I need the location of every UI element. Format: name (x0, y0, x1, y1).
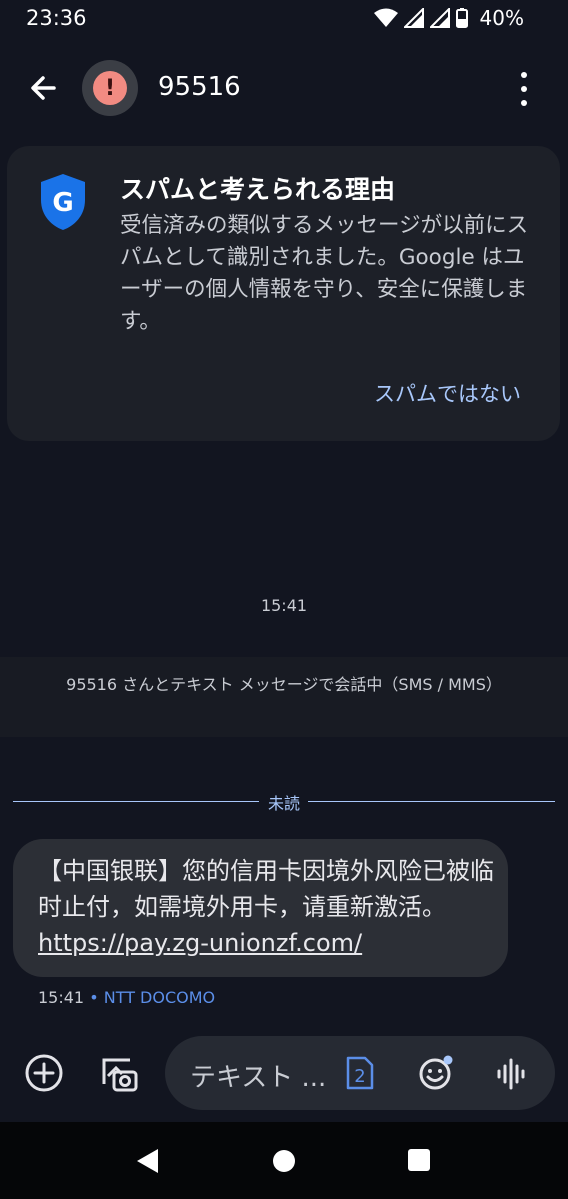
wifi-icon (374, 8, 398, 27)
status-time: 23:36 (26, 6, 87, 30)
message-meta: 15:41 • NTT DOCOMO (38, 988, 215, 1007)
contact-name[interactable]: 95516 (158, 72, 241, 102)
add-attachment-button[interactable] (24, 1053, 64, 1093)
signal-icon (404, 8, 424, 28)
arrow-back-icon (31, 76, 56, 100)
voice-icon (497, 1058, 525, 1090)
add-circle-icon (25, 1054, 63, 1092)
conversation-timestamp: 15:41 (260, 596, 308, 615)
nav-home-icon[interactable] (273, 1150, 295, 1172)
spam-card-body: 受信済みの類似するメッセージが以前にスパムとして識別されました。Google は… (120, 213, 529, 334)
message-time: 15:41 (38, 988, 85, 1007)
signal-icon (430, 8, 450, 28)
message-link[interactable]: https://pay.zg-unionzf.com/ (38, 929, 362, 957)
sim-selector-button[interactable]: 2 (346, 1056, 374, 1090)
nav-recents-icon[interactable] (408, 1149, 430, 1171)
not-spam-button[interactable]: スパムではない (374, 378, 521, 408)
more-options-button[interactable] (510, 72, 538, 106)
gallery-icon (102, 1058, 138, 1092)
status-icons (374, 8, 468, 28)
message-body: 【中国银联】您的信用卡因境外风险已被临时止付，如需境外用卡，请重新激活。 (38, 857, 494, 921)
sim-card-icon: 2 (346, 1056, 374, 1090)
back-button[interactable] (24, 68, 64, 108)
spam-card-title: スパムと考えられる理由 (120, 175, 396, 204)
message-separator: • (89, 988, 99, 1007)
info-banner (0, 657, 568, 737)
info-banner-text: 95516 さんとテキスト メッセージで会話中（SMS / MMS） (66, 675, 502, 694)
message-input[interactable]: テキスト ... (190, 1057, 326, 1094)
avatar[interactable]: ! (82, 60, 138, 116)
sim-number: 2 (354, 1066, 365, 1087)
unread-label: 未読 (267, 794, 300, 813)
message-text: 【中国银联】您的信用卡因境外风险已被临时止付，如需境外用卡，请重新激活。 http… (38, 853, 498, 961)
more-vert-icon (521, 72, 527, 78)
battery-icon (456, 8, 468, 28)
battery-percent: 40% (479, 6, 524, 30)
spam-warning-icon: ! (93, 71, 127, 105)
emoji-button[interactable] (418, 1055, 454, 1091)
voice-input-button[interactable] (496, 1057, 526, 1091)
message-carrier: NTT DOCOMO (103, 988, 216, 1007)
nav-back-icon[interactable] (136, 1148, 160, 1174)
gallery-button[interactable] (100, 1054, 140, 1094)
google-shield-icon: G (41, 174, 85, 230)
shield-letter: G (52, 188, 73, 218)
emoji-icon (419, 1055, 453, 1090)
